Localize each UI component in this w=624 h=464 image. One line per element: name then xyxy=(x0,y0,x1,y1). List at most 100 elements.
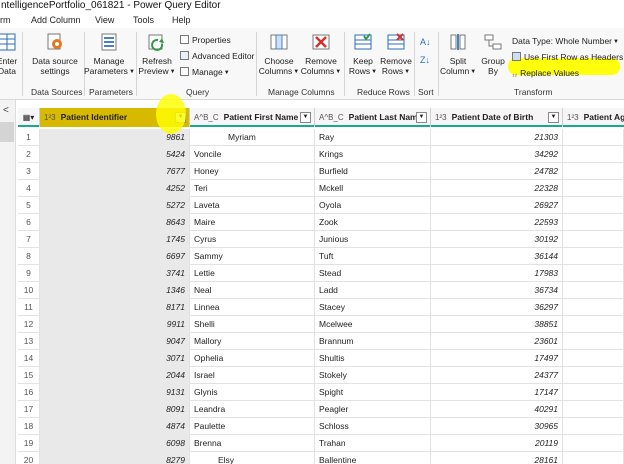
cell-patient-date-of-birth[interactable]: 28161 xyxy=(431,452,563,464)
row-number[interactable]: 9 xyxy=(18,265,40,282)
cell-patient-last-name[interactable]: Krings xyxy=(315,146,431,163)
cell-patient-date-of-birth[interactable]: 20119 xyxy=(431,435,563,452)
cell-patient-age[interactable] xyxy=(563,248,624,265)
cell-patient-first-name[interactable]: Myriam xyxy=(190,129,315,146)
menu-transform[interactable]: rm xyxy=(0,13,11,28)
data-type-dropdown[interactable]: Data Type: Whole Number▼ xyxy=(512,36,619,48)
column-header-patient-age[interactable]: 1²3Patient Age xyxy=(563,108,624,127)
cell-patient-identifier[interactable]: 8171 xyxy=(40,299,190,316)
cell-patient-date-of-birth[interactable]: 17147 xyxy=(431,384,563,401)
cell-patient-identifier[interactable]: 3741 xyxy=(40,265,190,282)
cell-patient-identifier[interactable]: 8091 xyxy=(40,401,190,418)
table-row[interactable]: 5 5272 Laveta Oyola 26927 xyxy=(18,197,624,214)
cell-patient-date-of-birth[interactable]: 36297 xyxy=(431,299,563,316)
cell-patient-date-of-birth[interactable]: 21303 xyxy=(431,129,563,146)
row-number[interactable]: 18 xyxy=(18,418,40,435)
cell-patient-identifier[interactable]: 7677 xyxy=(40,163,190,180)
row-number[interactable]: 2 xyxy=(18,146,40,163)
cell-patient-first-name[interactable]: Maire xyxy=(190,214,315,231)
row-number[interactable]: 6 xyxy=(18,214,40,231)
column-header-patient-last-name[interactable]: A^B_C Patient Last Name ▼ xyxy=(315,108,431,127)
cell-patient-date-of-birth[interactable]: 34292 xyxy=(431,146,563,163)
cell-patient-last-name[interactable]: Ballentine xyxy=(315,452,431,464)
cell-patient-first-name[interactable]: Sammy xyxy=(190,248,315,265)
cell-patient-age[interactable] xyxy=(563,333,624,350)
row-number[interactable]: 16 xyxy=(18,384,40,401)
number-type-icon[interactable]: 1²3 xyxy=(44,113,56,122)
keep-rows-button[interactable]: Keep Rows▼ xyxy=(346,32,380,77)
cell-patient-date-of-birth[interactable]: 24782 xyxy=(431,163,563,180)
cell-patient-identifier[interactable]: 4252 xyxy=(40,180,190,197)
menu-add-column[interactable]: Add Column xyxy=(31,13,81,28)
cell-patient-first-name[interactable]: Paulette xyxy=(190,418,315,435)
use-first-row-as-headers-button[interactable]: Use First Row as Headers▼ xyxy=(512,52,624,64)
cell-patient-date-of-birth[interactable]: 23601 xyxy=(431,333,563,350)
cell-patient-date-of-birth[interactable]: 36734 xyxy=(431,282,563,299)
cell-patient-last-name[interactable]: Ray xyxy=(315,129,431,146)
cell-patient-age[interactable] xyxy=(563,197,624,214)
table-row[interactable]: 15 2044 Israel Stokely 24377 xyxy=(18,367,624,384)
queries-pane-selection[interactable] xyxy=(0,122,14,142)
cell-patient-age[interactable] xyxy=(563,129,624,146)
cell-patient-identifier[interactable]: 8279 xyxy=(40,452,190,464)
table-row[interactable]: 8 6697 Sammy Tuft 36144 xyxy=(18,248,624,265)
cell-patient-identifier[interactable]: 6697 xyxy=(40,248,190,265)
row-number[interactable]: 12 xyxy=(18,316,40,333)
row-number[interactable]: 20 xyxy=(18,452,40,464)
cell-patient-first-name[interactable]: Honey xyxy=(190,163,315,180)
cell-patient-age[interactable] xyxy=(563,384,624,401)
table-row[interactable]: 9 3741 Lettie Stead 17983 xyxy=(18,265,624,282)
cell-patient-first-name[interactable]: Israel xyxy=(190,367,315,384)
table-row[interactable]: 17 8091 Leandra Peagler 40291 xyxy=(18,401,624,418)
remove-columns-button[interactable]: Remove Columns▼ xyxy=(300,32,342,77)
cell-patient-first-name[interactable]: Shelli xyxy=(190,316,315,333)
cell-patient-last-name[interactable]: Stead xyxy=(315,265,431,282)
cell-patient-age[interactable] xyxy=(563,214,624,231)
split-column-button[interactable]: Split Column▼ xyxy=(440,32,476,77)
table-row[interactable]: 2 5424 Voncile Krings 34292 xyxy=(18,146,624,163)
cell-patient-last-name[interactable]: Shultis xyxy=(315,350,431,367)
cell-patient-identifier[interactable]: 6098 xyxy=(40,435,190,452)
choose-columns-button[interactable]: Choose Columns▼ xyxy=(258,32,300,77)
text-type-icon[interactable]: A^B_C xyxy=(194,113,219,122)
cell-patient-first-name[interactable]: Mallory xyxy=(190,333,315,350)
cell-patient-date-of-birth[interactable]: 36144 xyxy=(431,248,563,265)
cell-patient-first-name[interactable]: Glynis xyxy=(190,384,315,401)
menu-help[interactable]: Help xyxy=(172,13,191,28)
row-number[interactable]: 8 xyxy=(18,248,40,265)
cell-patient-age[interactable] xyxy=(563,146,624,163)
cell-patient-last-name[interactable]: Ladd xyxy=(315,282,431,299)
text-type-icon[interactable]: A^B_C xyxy=(319,113,344,122)
cell-patient-identifier[interactable]: 8643 xyxy=(40,214,190,231)
table-row[interactable]: 13 9047 Mallory Brannum 23601 xyxy=(18,333,624,350)
chevron-left-icon[interactable]: < xyxy=(3,105,9,116)
cell-patient-age[interactable] xyxy=(563,350,624,367)
cell-patient-identifier[interactable]: 1745 xyxy=(40,231,190,248)
table-row[interactable]: 16 9131 Glynis Spight 17147 xyxy=(18,384,624,401)
cell-patient-first-name[interactable]: Neal xyxy=(190,282,315,299)
filter-dropdown-icon[interactable]: ▼ xyxy=(548,112,559,123)
cell-patient-last-name[interactable]: Spight xyxy=(315,384,431,401)
cell-patient-age[interactable] xyxy=(563,299,624,316)
cell-patient-last-name[interactable]: Schloss xyxy=(315,418,431,435)
cell-patient-first-name[interactable]: Lettie xyxy=(190,265,315,282)
cell-patient-date-of-birth[interactable]: 17983 xyxy=(431,265,563,282)
row-number[interactable]: 3 xyxy=(18,163,40,180)
cell-patient-identifier[interactable]: 2044 xyxy=(40,367,190,384)
refresh-preview-button[interactable]: Refresh Preview▼ xyxy=(138,32,176,77)
row-number[interactable]: 17 xyxy=(18,401,40,418)
cell-patient-age[interactable] xyxy=(563,265,624,282)
sort-ascending-button[interactable]: A↓ xyxy=(420,37,431,48)
cell-patient-last-name[interactable]: Brannum xyxy=(315,333,431,350)
cell-patient-date-of-birth[interactable]: 22328 xyxy=(431,180,563,197)
cell-patient-age[interactable] xyxy=(563,180,624,197)
cell-patient-last-name[interactable]: Stokely xyxy=(315,367,431,384)
cell-patient-date-of-birth[interactable]: 30192 xyxy=(431,231,563,248)
advanced-editor-button[interactable]: Advanced Editor xyxy=(180,51,254,62)
cell-patient-identifier[interactable]: 1346 xyxy=(40,282,190,299)
filter-dropdown-icon[interactable]: ▼ xyxy=(300,112,311,123)
cell-patient-identifier[interactable]: 5424 xyxy=(40,146,190,163)
table-row[interactable]: 19 6098 Brenna Trahan 20119 xyxy=(18,435,624,452)
cell-patient-first-name[interactable]: Ophelia xyxy=(190,350,315,367)
cell-patient-identifier[interactable]: 3071 xyxy=(40,350,190,367)
